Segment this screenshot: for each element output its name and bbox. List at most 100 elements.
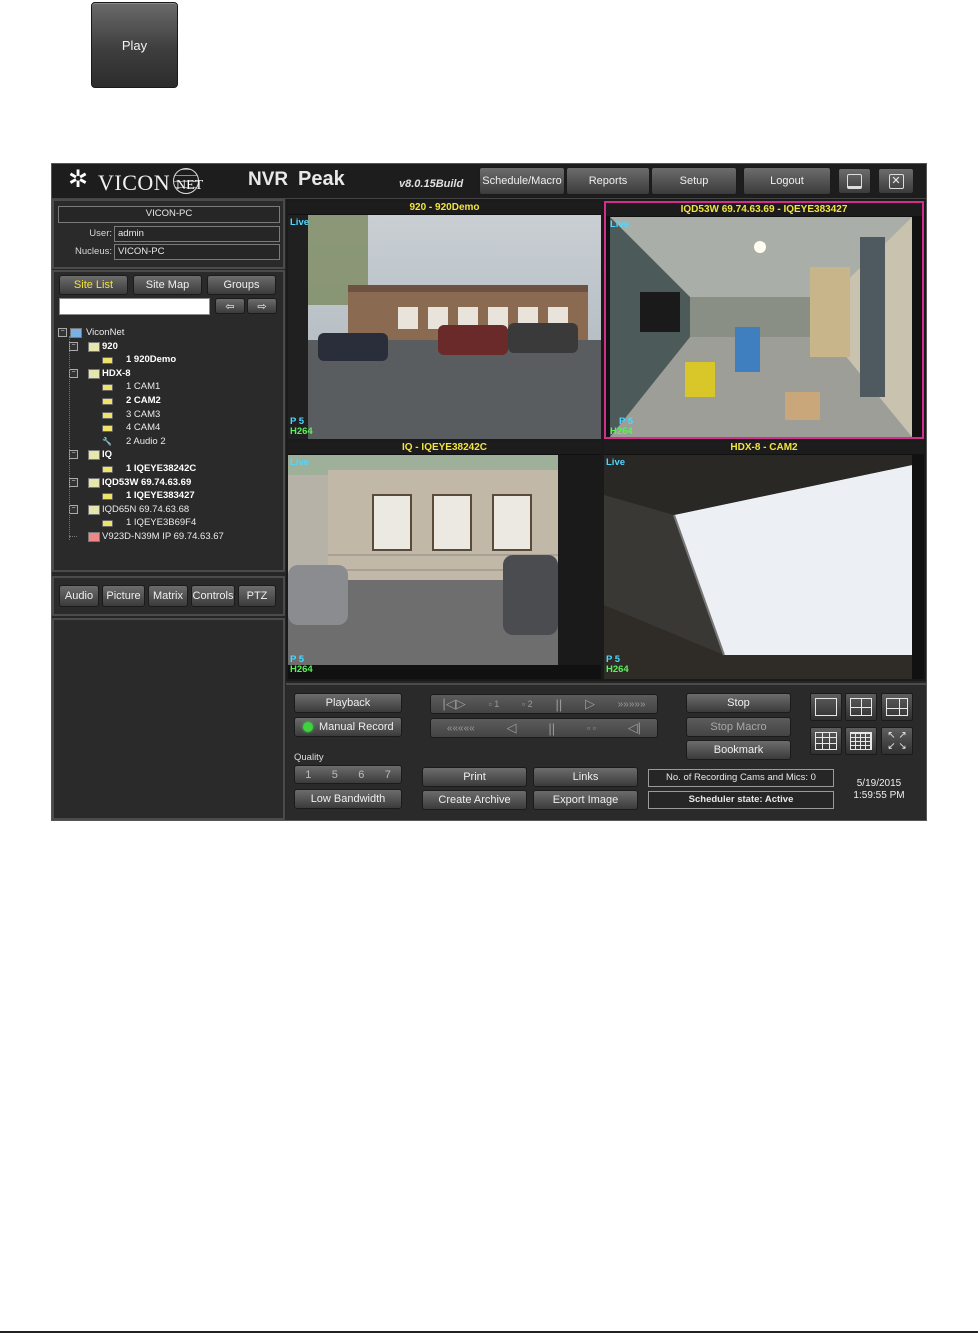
play-button[interactable]: Play xyxy=(91,2,178,88)
stop-macro-button[interactable]: Stop Macro xyxy=(686,717,791,737)
step-back-icon[interactable]: ◁| xyxy=(628,720,641,736)
tile-title: HDX-8 - CAM2 xyxy=(604,441,924,454)
video-grid: 920 - 920Demo Live P 5 H264 IQD53W 69.74… xyxy=(286,199,926,681)
tree-item[interactable]: IQ xyxy=(102,448,112,461)
server-icon xyxy=(88,477,100,488)
layout-1x1-button[interactable] xyxy=(810,693,842,721)
export-image-button[interactable]: Export Image xyxy=(533,790,638,810)
close-icon: ✕ xyxy=(888,173,904,189)
reverse-pause-icon[interactable]: || xyxy=(548,721,555,736)
tab-site-list[interactable]: Site List xyxy=(59,275,128,295)
menu-schedule-macro[interactable]: Schedule/Macro xyxy=(479,167,565,195)
transport-forward-bar[interactable]: |◁▷ ▫ 1 ▫ 2 || ▷ »»»»» xyxy=(430,694,658,714)
tree-connector xyxy=(69,536,77,537)
links-button[interactable]: Links xyxy=(533,767,638,787)
tree-expander[interactable]: − xyxy=(69,477,78,487)
tree-item[interactable]: 920 xyxy=(102,340,118,353)
low-bandwidth-button[interactable]: Low Bandwidth xyxy=(294,789,402,809)
tree-item[interactable]: 2 Audio 2 xyxy=(126,435,166,448)
site-search-input[interactable] xyxy=(59,298,210,315)
bookmark-button[interactable]: Bookmark xyxy=(686,740,791,760)
tree-item[interactable]: 3 CAM3 xyxy=(126,408,160,421)
site-tree: − ViconNet −920 1 920Demo − HDX-8 1 CAM1 2 CAM2… xyxy=(58,326,278,570)
tree-trunk xyxy=(69,336,70,540)
step-forward-icon[interactable]: |◁▷ xyxy=(442,696,465,712)
record-led-icon xyxy=(303,722,313,732)
arrow-right-icon: ⇨ xyxy=(257,300,267,313)
layout-1plus5-button[interactable] xyxy=(881,693,913,721)
fast-reverse-icon[interactable]: ««««« xyxy=(447,723,475,734)
tab-picture[interactable]: Picture xyxy=(102,585,145,607)
slow-1-icon[interactable]: ▫ 1 xyxy=(489,699,500,709)
tree-item[interactable]: IQD53W 69.74.63.69 xyxy=(102,476,191,489)
transport-reverse-bar[interactable]: ««««« ◁ || ▫ ▫ ◁| xyxy=(430,718,658,738)
function-tabs-panel: Audio Picture Matrix Controls PTZ xyxy=(52,576,285,616)
search-next-button[interactable]: ⇨ xyxy=(247,298,277,314)
tree-item[interactable]: ViconNet xyxy=(86,326,124,339)
tab-ptz[interactable]: PTZ xyxy=(238,585,276,607)
tree-expander[interactable]: − xyxy=(69,368,78,378)
tree-item[interactable]: 1 IQEYE383427 xyxy=(126,489,195,502)
menu-setup[interactable]: Setup xyxy=(651,167,737,195)
playback-button[interactable]: Playback xyxy=(294,693,402,713)
server-icon xyxy=(88,450,100,461)
video-tile-4[interactable]: HDX-8 - CAM2 Live P 5 H264 xyxy=(604,441,924,679)
quality-selector[interactable]: 1 5 6 7 xyxy=(294,765,402,784)
tab-controls[interactable]: Controls xyxy=(191,585,235,607)
quality-6[interactable]: 6 xyxy=(358,769,364,781)
network-icon xyxy=(70,328,82,338)
stop-button[interactable]: Stop xyxy=(686,693,791,713)
recording-status: No. of Recording Cams and Mics: 0 xyxy=(648,769,834,787)
tab-matrix[interactable]: Matrix xyxy=(148,585,188,607)
play-forward-icon[interactable]: ▷ xyxy=(585,696,595,712)
create-archive-button[interactable]: Create Archive xyxy=(422,790,527,810)
logout-button[interactable]: Logout xyxy=(743,167,831,195)
fullscreen-button[interactable]: ↖ ↗ ↙ ↘ xyxy=(881,727,913,755)
tab-audio[interactable]: Audio xyxy=(59,585,99,607)
menu-reports[interactable]: Reports xyxy=(566,167,650,195)
tree-item[interactable]: 1 IQEYE38242C xyxy=(126,462,196,475)
layout-2x2-button[interactable] xyxy=(845,693,877,721)
slow-2-icon[interactable]: ▫ 2 xyxy=(522,699,533,709)
quality-1[interactable]: 1 xyxy=(305,769,311,781)
quality-7[interactable]: 7 xyxy=(385,769,391,781)
tab-site-map[interactable]: Site Map xyxy=(133,275,202,295)
control-panel: Playback Manual Record Quality 1 5 6 7 L… xyxy=(286,683,926,820)
version-label: v8.0.15Build xyxy=(399,178,464,190)
play-reverse-icon[interactable]: ◁ xyxy=(507,720,517,736)
minimize-button[interactable] xyxy=(838,168,871,194)
tree-item[interactable]: IQD65N 69.74.63.68 xyxy=(102,503,189,516)
video-tile-3[interactable]: IQ - IQEYE38242C Live P 5 H264 xyxy=(288,441,601,679)
site-list-panel: Site List Site Map Groups ⇦ ⇨ − ViconNet −… xyxy=(52,270,285,572)
scheduler-status: Scheduler state: Active xyxy=(648,791,834,809)
tree-item[interactable]: HDX-8 xyxy=(102,367,131,380)
layout-4x4-button[interactable] xyxy=(845,727,877,755)
layout-4x4-icon xyxy=(850,732,872,750)
video-tile-1[interactable]: 920 - 920Demo Live P 5 H264 xyxy=(288,201,601,439)
tree-item[interactable]: 4 CAM4 xyxy=(126,421,160,434)
fast-forward-icon[interactable]: »»»»» xyxy=(618,699,646,710)
layout-3x3-button[interactable] xyxy=(810,727,842,755)
video-tile-2[interactable]: IQD53W 69.74.63.69 - IQEYE383427 Live P … xyxy=(604,201,924,439)
manual-record-label: Manual Record xyxy=(319,721,394,733)
quality-label: Quality xyxy=(294,752,324,763)
tree-item[interactable]: 1 920Demo xyxy=(126,353,176,366)
tree-expander[interactable]: − xyxy=(58,328,67,337)
search-prev-button[interactable]: ⇦ xyxy=(215,298,245,314)
tree-expander[interactable]: − xyxy=(69,341,78,351)
logo-text: VICON xyxy=(98,170,171,195)
close-button[interactable]: ✕ xyxy=(878,168,914,194)
reverse-slow-icon[interactable]: ▫ ▫ xyxy=(587,723,596,733)
tree-item[interactable]: 2 CAM2 xyxy=(126,394,161,407)
tree-item[interactable]: 1 CAM1 xyxy=(126,380,160,393)
tree-expander[interactable]: − xyxy=(69,504,78,514)
pause-icon[interactable]: || xyxy=(555,697,562,712)
tree-item[interactable]: 1 IQEYE3B69F4 xyxy=(126,516,196,529)
tab-groups[interactable]: Groups xyxy=(207,275,276,295)
device-error-icon xyxy=(88,532,100,542)
tree-expander[interactable]: − xyxy=(69,450,78,460)
tree-item[interactable]: V923D-N39M IP 69.74.63.67 xyxy=(102,530,224,543)
manual-record-button[interactable]: Manual Record xyxy=(294,717,402,737)
quality-5[interactable]: 5 xyxy=(332,769,338,781)
print-button[interactable]: Print xyxy=(422,767,527,787)
